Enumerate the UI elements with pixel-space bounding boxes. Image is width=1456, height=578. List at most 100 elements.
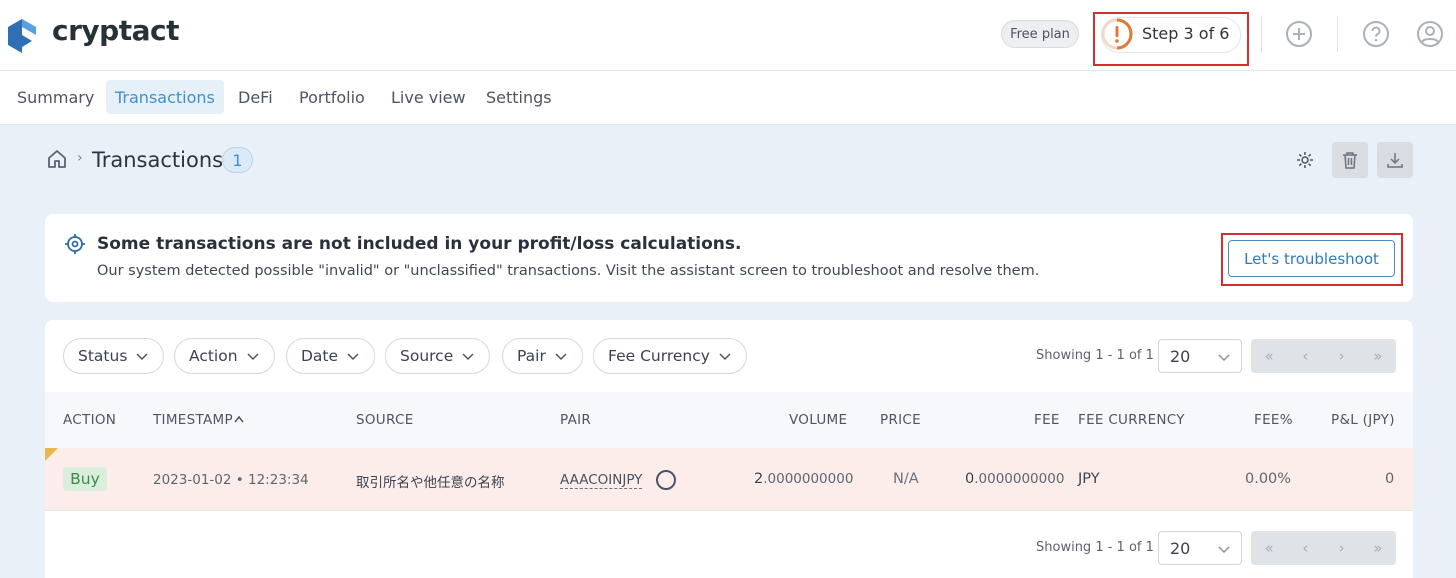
gear-icon [1297, 152, 1313, 168]
pair-link[interactable]: AAACOINJPY [560, 472, 643, 489]
step-label: Step 3 of 6 [1142, 24, 1230, 43]
cell-timestamp: 2023-01-02 • 12:23:34 [153, 472, 309, 488]
nav-summary[interactable]: Summary [8, 80, 103, 114]
row-warning-flag [45, 448, 58, 461]
chevron-down-icon [347, 353, 359, 361]
breadcrumb-separator: › [77, 150, 83, 166]
help-icon[interactable] [1361, 19, 1391, 49]
filter-action[interactable]: Action [174, 338, 275, 374]
fee-integer: 0 [965, 471, 975, 487]
filter-status[interactable]: Status [63, 338, 165, 374]
cell-fee: 0.0000000000 [965, 471, 1064, 487]
sort-ascending-icon [234, 415, 244, 423]
column-price[interactable]: PRICE [880, 412, 921, 428]
column-fee[interactable]: FEE [1034, 412, 1060, 428]
download-icon [1387, 153, 1403, 168]
chevron-down-icon [136, 353, 148, 361]
cell-pair: AAACOINJPY [560, 472, 643, 489]
step-progress-ring-icon [1101, 18, 1133, 50]
main-nav: Summary Transactions DeFi Portfolio Live… [0, 71, 1456, 125]
fee-decimal: .0000000000 [974, 471, 1065, 487]
table-header [45, 392, 1413, 448]
next-page-button[interactable]: › [1324, 531, 1360, 565]
pair-status-circle-icon[interactable] [655, 469, 677, 491]
column-pnl[interactable]: P&L (JPY) [1331, 412, 1395, 428]
chevron-down-icon [462, 353, 474, 361]
pagination-summary: Showing 1 - 1 of 1 [1036, 348, 1154, 363]
pager-bottom: « ‹ › » [1251, 531, 1396, 565]
troubleshoot-alert: Some transactions are not included in yo… [45, 214, 1413, 302]
app-header: cryptact Free plan Step 3 of 6 [0, 0, 1456, 71]
header-divider [1261, 16, 1262, 52]
chevron-down-icon [1218, 354, 1230, 362]
filter-label: Date [301, 347, 339, 365]
prev-page-button[interactable]: ‹ [1287, 531, 1323, 565]
pager: « ‹ › » [1251, 339, 1396, 373]
column-fee-currency[interactable]: FEE CURRENCY [1078, 412, 1185, 428]
transactions-card: Status Action Date Source Pair Fee Curre… [45, 320, 1413, 578]
prev-page-button[interactable]: ‹ [1287, 339, 1323, 373]
brand-name[interactable]: cryptact [52, 14, 179, 47]
first-page-button[interactable]: « [1251, 339, 1287, 373]
cell-volume: 2.0000000000 [754, 471, 853, 487]
volume-decimal: .0000000000 [763, 471, 854, 487]
filter-pair[interactable]: Pair [502, 338, 583, 374]
filter-fee-currency[interactable]: Fee Currency [593, 338, 747, 374]
nav-settings[interactable]: Settings [477, 80, 561, 114]
filter-date[interactable]: Date [286, 338, 376, 374]
column-timestamp-label: TIMESTAMP [153, 412, 233, 428]
download-button[interactable] [1377, 142, 1413, 178]
filter-label: Status [78, 347, 128, 365]
volume-integer: 2 [754, 471, 764, 487]
per-page-value: 20 [1170, 346, 1191, 366]
cell-source: 取引所名や他任意の名称 [356, 475, 505, 491]
first-page-button[interactable]: « [1251, 531, 1287, 565]
alert-body: Our system detected possible "invalid" o… [97, 263, 1040, 279]
chevron-down-icon [247, 353, 259, 361]
settings-button[interactable] [1287, 142, 1323, 178]
chevron-down-icon [1218, 546, 1230, 554]
last-page-button[interactable]: » [1360, 531, 1396, 565]
last-page-button[interactable]: » [1360, 339, 1396, 373]
delete-button[interactable] [1332, 142, 1368, 178]
cell-price: N/A [893, 471, 919, 487]
transaction-count-badge: 1 [222, 147, 253, 173]
filter-label: Source [400, 347, 454, 365]
user-icon[interactable] [1415, 19, 1445, 49]
column-fee-pct[interactable]: FEE% [1254, 412, 1293, 428]
page-title: Transactions [92, 148, 224, 172]
pagination-summary-bottom: Showing 1 - 1 of 1 [1036, 540, 1154, 555]
alert-title: Some transactions are not included in yo… [97, 234, 742, 254]
per-page-select-bottom[interactable]: 20 [1158, 531, 1242, 565]
column-source[interactable]: SOURCE [356, 412, 414, 428]
trash-icon [1343, 152, 1357, 169]
action-badge: Buy [63, 467, 107, 491]
nav-transactions[interactable]: Transactions [106, 80, 224, 114]
troubleshoot-button[interactable]: Let's troubleshoot [1228, 240, 1395, 277]
column-pair[interactable]: PAIR [560, 412, 591, 428]
per-page-select[interactable]: 20 [1158, 339, 1242, 373]
chevron-down-icon [719, 353, 731, 361]
column-timestamp[interactable]: TIMESTAMP [153, 412, 245, 428]
plan-badge: Free plan [1001, 20, 1079, 48]
column-action[interactable]: ACTION [63, 412, 116, 428]
filter-source[interactable]: Source [385, 338, 491, 374]
cell-pnl: 0 [1385, 471, 1395, 487]
cell-fee-currency: JPY [1078, 471, 1100, 487]
nav-portfolio[interactable]: Portfolio [290, 80, 374, 114]
cell-fee-pct: 0.00% [1245, 471, 1292, 487]
cryptact-logo-icon[interactable] [8, 15, 38, 53]
column-volume[interactable]: VOLUME [789, 412, 847, 428]
filter-label: Fee Currency [608, 347, 710, 365]
add-icon[interactable] [1284, 19, 1314, 49]
target-icon [65, 234, 85, 254]
nav-defi[interactable]: DeFi [229, 80, 282, 114]
home-icon[interactable] [46, 148, 68, 170]
filter-label: Pair [517, 347, 546, 365]
nav-live-view[interactable]: Live view [382, 80, 475, 114]
per-page-value: 20 [1170, 538, 1191, 558]
filter-label: Action [189, 347, 238, 365]
header-divider [1337, 16, 1338, 52]
next-page-button[interactable]: › [1324, 339, 1360, 373]
chevron-down-icon [555, 353, 567, 361]
